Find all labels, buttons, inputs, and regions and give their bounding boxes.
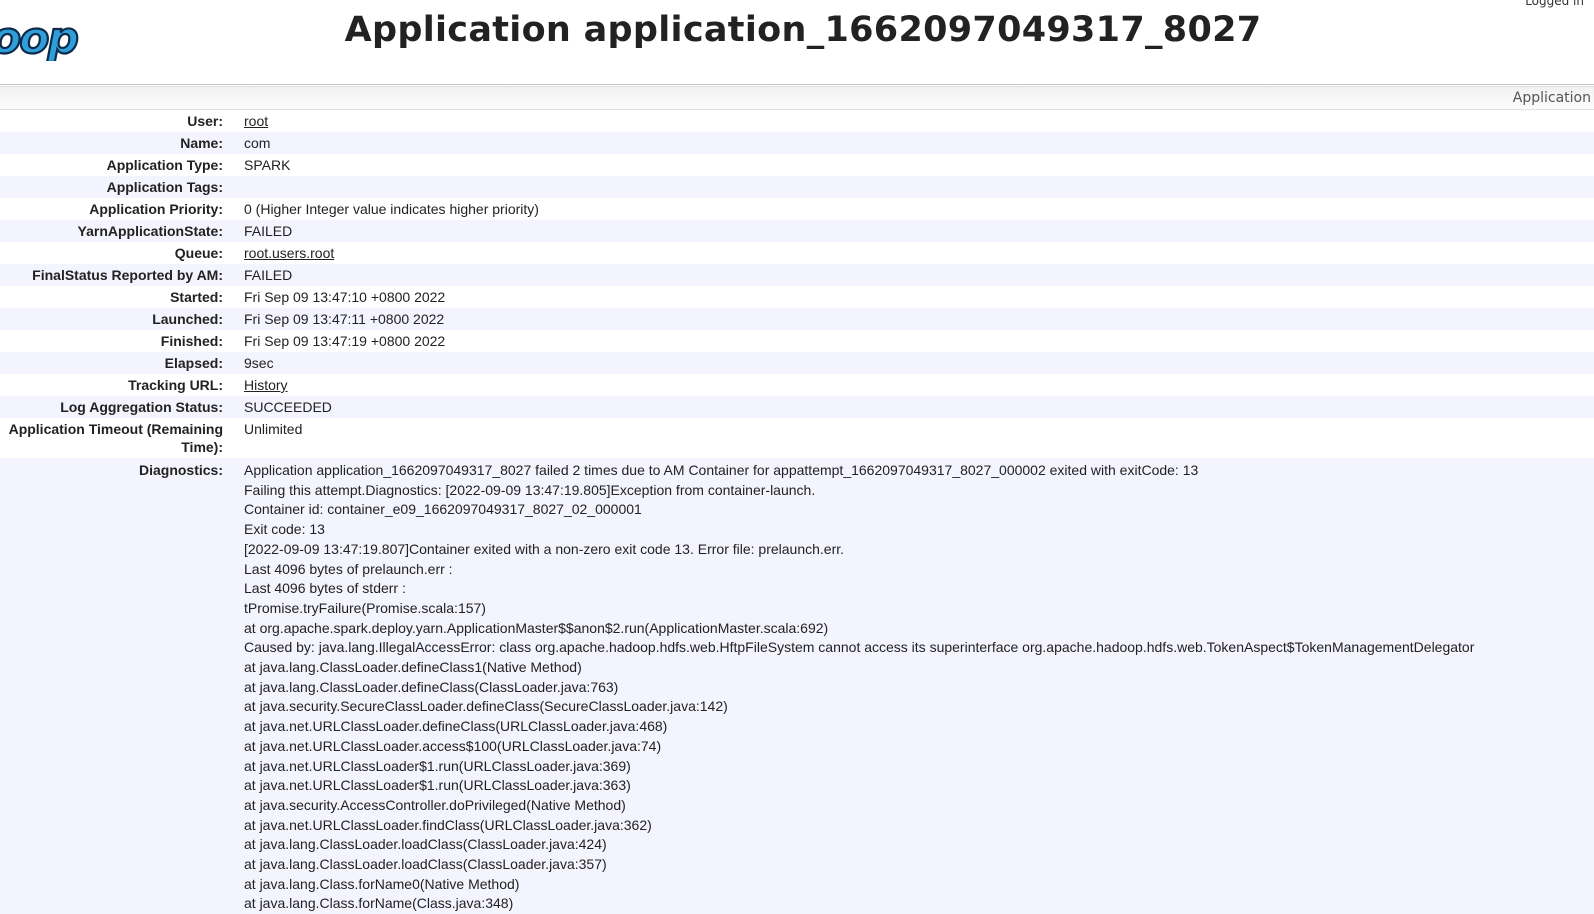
diagnostics-line: at java.net.URLClassLoader.access$100(UR… (244, 737, 662, 754)
started-value: Fri Sep 09 13:47:10 +0800 2022 (244, 289, 446, 305)
field-label: Application Timeout (Remaining Time): (0, 418, 233, 458)
diagnostics-line: at java.lang.ClassLoader.loadClass(Class… (244, 836, 607, 853)
overview-row-application-tags: Application Tags: (0, 176, 1594, 198)
name-value: com (244, 135, 271, 151)
overview-row-queue: Queue: root.users.root (0, 242, 1594, 264)
overview-row-application-timeout-remaining-time: Application Timeout (Remaining Time): Unl… (0, 418, 1594, 458)
application-timeout-remaining-time-value: Unlimited (244, 421, 303, 437)
overview-row-started: Started: Fri Sep 09 13:47:10 +0800 2022 (0, 286, 1594, 308)
overview-row-name: Name: com (0, 132, 1594, 154)
overview-row-application-priority: Application Priority: 0 (Higher Integer v… (0, 198, 1594, 220)
field-label: Launched: (0, 308, 233, 330)
field-label: Started: (0, 286, 233, 308)
field-label: Tracking URL: (0, 374, 233, 396)
overview-row-finished: Finished: Fri Sep 09 13:47:19 +0800 2022 (0, 330, 1594, 352)
field-value-cell: FAILED (233, 220, 1594, 242)
field-value-cell: History (233, 374, 1594, 396)
field-label: YarnApplicationState: (0, 220, 233, 242)
overview-row-log-aggregation-status: Log Aggregation Status: SUCCEEDED (0, 396, 1594, 418)
diagnostics-line: Failing this attempt.Diagnostics: [2022-… (244, 481, 816, 498)
field-value-cell: root (233, 110, 1594, 132)
field-value-cell: SPARK (233, 154, 1594, 176)
overview-row-application-type: Application Type: SPARK (0, 154, 1594, 176)
overview-row-tracking-url: Tracking URL: History (0, 374, 1594, 396)
breadcrumb-bar: Application (0, 86, 1594, 110)
overview-row-elapsed: Elapsed: 9sec (0, 352, 1594, 374)
diagnostics-line: at java.lang.ClassLoader.defineClass(Cla… (244, 678, 619, 695)
overview-row-diagnostics: Diagnostics: Application application_1662… (0, 458, 1594, 914)
diagnostics-line: at java.net.URLClassLoader.findClass(URL… (244, 816, 652, 833)
field-label: Log Aggregation Status: (0, 396, 233, 418)
diagnostics-line: Exit code: 13 (244, 521, 325, 538)
field-value-cell: Fri Sep 09 13:47:10 +0800 2022 (233, 286, 1594, 308)
diagnostics-line: tPromise.tryFailure(Promise.scala:157) (244, 599, 486, 616)
field-value-cell: com (233, 132, 1594, 154)
elapsed-value: 9sec (244, 355, 274, 371)
overview-row-user: User: root (0, 110, 1594, 132)
diagnostics-line: Last 4096 bytes of stderr : (244, 580, 406, 597)
diagnostics-line: at java.lang.ClassLoader.loadClass(Class… (244, 856, 607, 873)
overview-row-launched: Launched: Fri Sep 09 13:47:11 +0800 2022 (0, 308, 1594, 330)
queue-link[interactable]: root.users.root (244, 245, 334, 261)
breadcrumb: Application (1512, 90, 1591, 106)
page-header: oop Logged in Application application_16… (0, 0, 1594, 85)
field-value-cell: 0 (Higher Integer value indicates higher… (233, 198, 1594, 220)
field-label: Application Tags: (0, 176, 233, 198)
diagnostics-line: at java.lang.ClassLoader.defineClass1(Na… (244, 659, 582, 676)
diagnostics-line: Container id: container_e09_166209704931… (244, 501, 642, 518)
field-value-cell: Unlimited (233, 418, 1594, 458)
field-value-cell: SUCCEEDED (233, 396, 1594, 418)
field-value-cell: 9sec (233, 352, 1594, 374)
diagnostics-line: Last 4096 bytes of prelaunch.err : (244, 560, 453, 577)
diagnostics-text: Application application_1662097049317_80… (233, 458, 1594, 914)
launched-value: Fri Sep 09 13:47:11 +0800 2022 (244, 311, 445, 327)
diagnostics-line: at java.security.SecureClassLoader.defin… (244, 698, 728, 715)
diagnostics-line: at java.lang.Class.forName0(Native Metho… (244, 875, 520, 892)
tracking-url-link[interactable]: History (244, 377, 288, 393)
field-label: Finished: (0, 330, 233, 352)
field-value-cell (233, 176, 1594, 198)
field-label: Application Priority: (0, 198, 233, 220)
application-type-value: SPARK (244, 157, 291, 173)
diagnostics-line: at java.lang.Class.forName(Class.java:34… (244, 895, 514, 912)
diagnostics-line: at java.security.AccessController.doPriv… (244, 796, 626, 813)
diagnostics-line: at org.apache.spark.deploy.yarn.Applicat… (244, 619, 829, 636)
diagnostics-line: at java.net.URLClassLoader.defineClass(U… (244, 718, 668, 735)
field-label: Queue: (0, 242, 233, 264)
field-value-cell: FAILED (233, 264, 1594, 286)
field-label: User: (0, 110, 233, 132)
field-label: Application Type: (0, 154, 233, 176)
application-overview-table: User: root Name: com Application Type: SPARK A… (0, 110, 1594, 914)
yarnapplicationstate-value: FAILED (244, 223, 293, 239)
log-aggregation-status-value: SUCCEEDED (244, 399, 332, 415)
field-label: Elapsed: (0, 352, 233, 374)
page-title: Application application_1662097049317_80… (344, 10, 1262, 50)
user-link[interactable]: root (244, 113, 268, 129)
diagnostics-line: at java.net.URLClassLoader$1.run(URLClas… (244, 777, 631, 794)
field-value-cell: root.users.root (233, 242, 1594, 264)
diagnostics-line: [2022-09-09 13:47:19.807]Container exite… (244, 540, 845, 557)
finalstatus-reported-by-am-value: FAILED (244, 267, 293, 283)
application-priority-value: 0 (Higher Integer value indicates higher… (244, 201, 539, 217)
field-label: Diagnostics: (0, 458, 233, 914)
diagnostics-line: Caused by: java.lang.IllegalAccessError:… (244, 639, 1475, 656)
field-label: Name: (0, 132, 233, 154)
overview-row-yarnapplicationstate: YarnApplicationState: FAILED (0, 220, 1594, 242)
diagnostics-line: Application application_1662097049317_80… (244, 462, 1199, 478)
field-value-cell: Fri Sep 09 13:47:19 +0800 2022 (233, 330, 1594, 352)
field-label: FinalStatus Reported by AM: (0, 264, 233, 286)
logged-in-label: Logged in (1525, 0, 1584, 8)
diagnostics-line: at java.net.URLClassLoader$1.run(URLClas… (244, 757, 631, 774)
finished-value: Fri Sep 09 13:47:19 +0800 2022 (244, 333, 446, 349)
overview-row-finalstatus-reported-by-am: FinalStatus Reported by AM: FAILED (0, 264, 1594, 286)
field-value-cell: Fri Sep 09 13:47:11 +0800 2022 (233, 308, 1594, 330)
